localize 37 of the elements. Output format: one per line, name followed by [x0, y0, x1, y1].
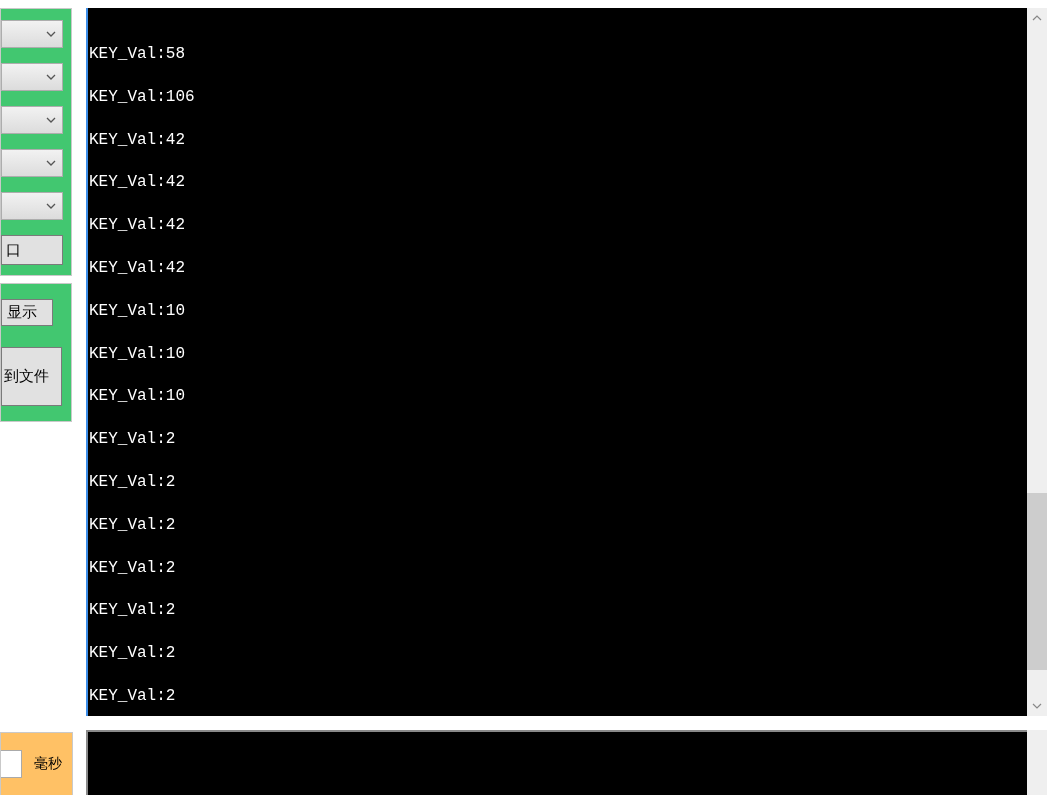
chevron-icon — [46, 203, 56, 209]
scroll-thumb[interactable] — [1027, 493, 1047, 670]
log-line: KEY_Val:42 — [89, 215, 186, 237]
dropdown[interactable] — [1, 63, 63, 91]
log-line: KEY_Val:2 — [89, 600, 177, 622]
scrollbar[interactable] — [1027, 730, 1047, 795]
log-line: KEY_Val:10 — [89, 300, 186, 322]
chevron-icon — [46, 160, 56, 166]
chevron-icon — [46, 31, 56, 37]
log-line: KEY_Val:58 — [89, 44, 186, 65]
dropdown[interactable] — [1, 192, 63, 220]
unit-label: 毫秒 — [34, 755, 62, 773]
log-line: KEY_Val:2 — [89, 429, 177, 451]
scrollbar[interactable] — [1027, 8, 1047, 716]
send-box[interactable] — [86, 730, 1027, 795]
dropdown[interactable] — [1, 106, 63, 134]
dropdown[interactable] — [1, 149, 63, 177]
log-line: KEY_Val:2 — [89, 685, 177, 707]
log-line: KEY_Val:10 — [89, 386, 186, 408]
log-line: KEY_Val:2 — [89, 557, 177, 579]
scroll-up-icon[interactable] — [1032, 15, 1042, 21]
interval-field[interactable] — [1, 750, 22, 778]
scroll-down-icon[interactable] — [1032, 703, 1042, 709]
log-line: KEY_Val:42 — [89, 258, 186, 279]
log-line: KEY_Val:42 — [89, 129, 186, 151]
port-button[interactable]: 口 — [1, 235, 63, 265]
log-line: KEY_Val:106 — [89, 86, 196, 108]
chevron-icon — [46, 74, 56, 80]
log-line: KEY_Val:2 — [89, 643, 177, 665]
chevron-icon — [46, 117, 56, 123]
dropdown[interactable] — [1, 20, 63, 48]
save-button[interactable]: 到文件 — [1, 347, 62, 406]
log-line: KEY_Val:2 — [89, 514, 177, 536]
display-button[interactable]: 显示 — [1, 299, 53, 326]
log-line: KEY_Val:10 — [89, 343, 186, 365]
log-line: KEY_Val:42 — [89, 172, 186, 194]
log-line: KEY_Val:2 — [89, 471, 177, 493]
